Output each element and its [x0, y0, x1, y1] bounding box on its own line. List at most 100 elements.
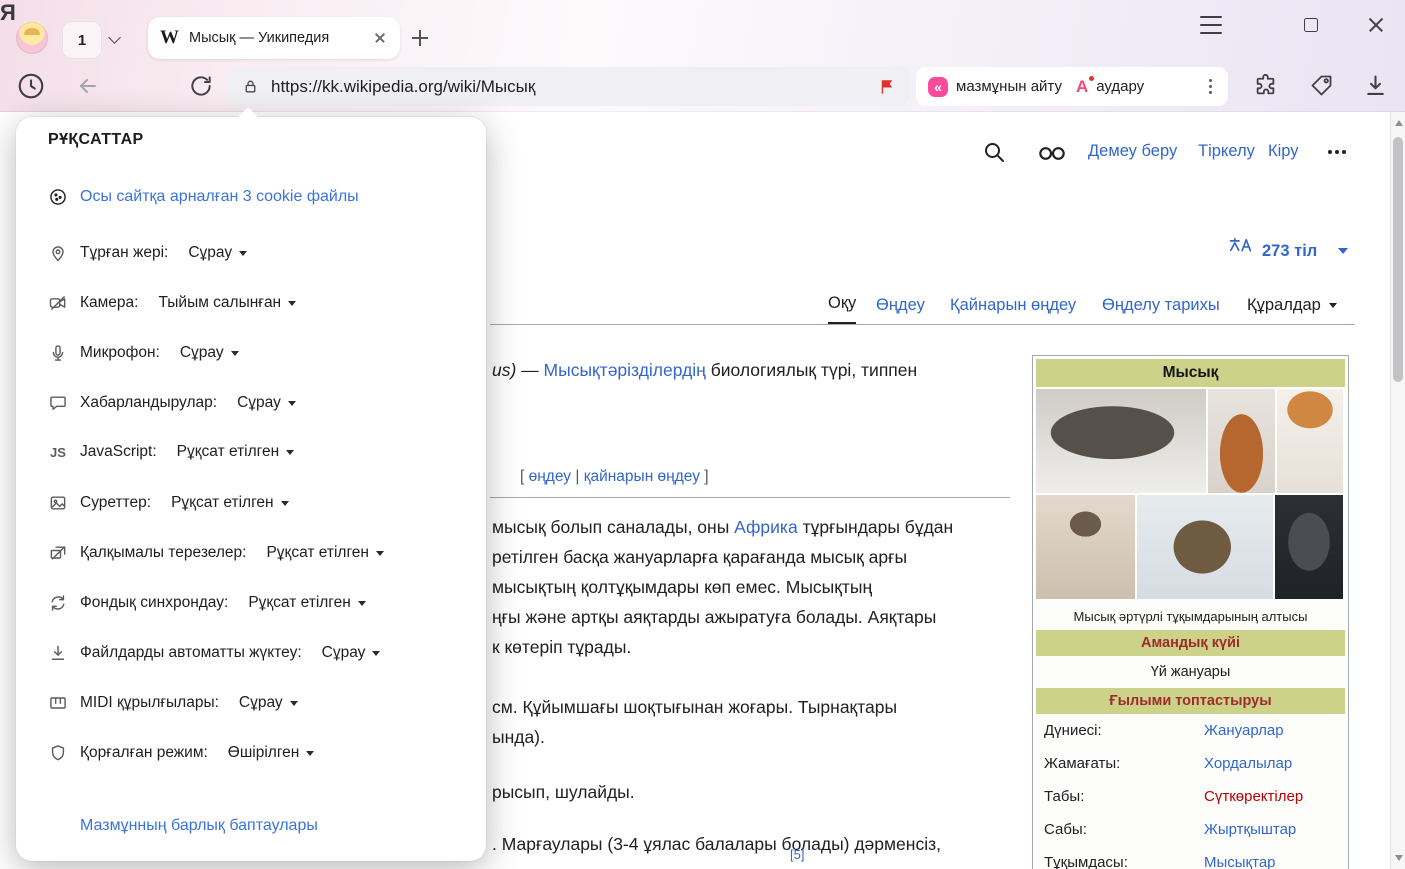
window-close-button[interactable]: [1366, 15, 1386, 35]
search-icon[interactable]: [982, 140, 1006, 164]
permission-row-protected-mode: Қорғалған режим: Өшірілген: [48, 743, 314, 763]
cat-photo-1[interactable]: [1036, 389, 1206, 493]
chevron-down-icon: [290, 701, 298, 706]
url-text: https://kk.wikipedia.org/wiki/Мысық: [271, 77, 878, 97]
permission-row-background-sync: Фондық синхрондау: Рұқсат етілген: [48, 593, 366, 613]
javascript-icon: JS: [48, 445, 68, 460]
downloads-icon[interactable]: [1362, 72, 1389, 99]
translate-label: аудару: [1096, 78, 1144, 95]
refresh-icon[interactable]: [188, 73, 214, 99]
permission-dropdown[interactable]: Сұрау: [188, 244, 247, 262]
felidae-link[interactable]: Мысықтәрізділердің: [544, 360, 706, 380]
taxonomy-value-link[interactable]: Мысықтар: [1204, 854, 1276, 869]
taxonomy-value-redlink[interactable]: Сүткөректілер: [1204, 788, 1303, 805]
page-scrollbar[interactable]: [1390, 112, 1405, 869]
africa-link[interactable]: Африка: [734, 517, 798, 537]
taxonomy-value-link[interactable]: Жануарлар: [1204, 722, 1284, 739]
permission-dropdown[interactable]: Сұрау: [180, 344, 239, 362]
back-arrow-icon[interactable]: [76, 74, 100, 98]
cookies-link[interactable]: Осы сайтқа арналған 3 cookie файлы: [80, 188, 359, 206]
tab-tools[interactable]: Құралдар: [1247, 296, 1337, 315]
camera-icon: [48, 293, 68, 313]
edit-link[interactable]: өңдеу: [529, 468, 571, 485]
toolbar-more-icon[interactable]: [1205, 75, 1216, 99]
article-line: ында).: [492, 727, 545, 749]
donate-link[interactable]: Демеу беру: [1088, 142, 1177, 161]
taxobox: Мысық Мысық әртүрлі тұқымдарының алтысы …: [1032, 355, 1349, 869]
tabs-chevron-down-icon[interactable]: [108, 31, 121, 44]
window-menu-icon[interactable]: [1200, 16, 1222, 34]
article-tabbar-divider: [490, 324, 1355, 325]
cat-photo-3[interactable]: [1277, 389, 1343, 493]
chevron-down-icon: [376, 551, 384, 556]
cat-photo-5[interactable]: [1137, 495, 1273, 599]
scrollbar-down-icon[interactable]: [1395, 855, 1403, 861]
location-icon: [48, 243, 68, 263]
login-link[interactable]: Кіру: [1268, 142, 1299, 161]
infobox-caption: Мысық әртүрлі тұқымдарының алтысы: [1036, 601, 1345, 630]
extensions-puzzle-icon[interactable]: [1252, 72, 1279, 99]
section-edit-links: [ өңдеу | қайнарын өңдеу ]: [520, 468, 709, 486]
cat-photo-6[interactable]: [1275, 495, 1343, 599]
taxonomy-row: Дүниесі: Жануарлар: [1036, 714, 1345, 747]
tab-counter-button[interactable]: 1: [62, 21, 102, 59]
languages-count[interactable]: 273 тіл: [1262, 242, 1317, 261]
tab-history[interactable]: Өңделу тарихы: [1102, 296, 1220, 315]
images-icon: [48, 493, 68, 513]
infobox-taxonomy-header: Ғылыми топтастыруы: [1036, 688, 1345, 714]
permission-dropdown[interactable]: Сұрау: [322, 644, 381, 662]
permission-dropdown[interactable]: Өшірілген: [228, 744, 315, 762]
read-aloud-button[interactable]: « мазмұнын айту: [928, 77, 1062, 97]
edit-source-link[interactable]: қайнарын өңдеу: [584, 468, 700, 485]
read-aloud-label: мазмұнын айту: [956, 78, 1062, 95]
permission-row-notifications: Хабарландырулар: Сұрау: [48, 393, 296, 413]
permission-dropdown[interactable]: Сұрау: [237, 394, 296, 412]
languages-icon[interactable]: [1228, 236, 1253, 253]
permissions-title: РҰҚСАТТАР: [48, 131, 144, 149]
infobox-title: Мысық: [1036, 359, 1345, 387]
reference-link[interactable]: [5]: [790, 847, 804, 862]
history-clock-icon[interactable]: [16, 71, 46, 101]
scrollbar-up-icon[interactable]: [1395, 120, 1403, 126]
address-bar[interactable]: https://kk.wikipedia.org/wiki/Мысық: [228, 67, 910, 106]
cookies-row: Осы сайтқа арналған 3 cookie файлы: [48, 187, 359, 207]
lock-icon[interactable]: [242, 78, 259, 95]
window-maximize-button[interactable]: [1304, 18, 1318, 32]
auto-download-icon: [48, 643, 68, 663]
permission-row-popups: Қалқымалы терезелер: Рұқсат етілген: [48, 543, 384, 563]
tab-edit-source[interactable]: Қайнарын өңдеу: [950, 296, 1076, 315]
chevron-down-icon: [372, 651, 380, 656]
languages-chevron-down-icon[interactable]: [1338, 248, 1348, 254]
all-content-settings-link[interactable]: Мазмұнның барлық баптаулары: [80, 817, 318, 835]
taxonomy-value-link[interactable]: Жыртқыштар: [1204, 821, 1296, 838]
permission-dropdown[interactable]: Рұқсат етілген: [266, 544, 384, 562]
permission-dropdown[interactable]: Тыйым салынған: [158, 294, 296, 312]
bookmark-flag-icon[interactable]: [878, 78, 896, 96]
permission-dropdown[interactable]: Рұқсат етілген: [248, 594, 366, 612]
wikipedia-favicon-icon: W: [160, 27, 179, 49]
permission-row-midi: MIDI құрылғылары: Сұрау: [48, 693, 298, 713]
translate-button[interactable]: A аудару: [1062, 78, 1144, 95]
collections-tag-icon[interactable]: [1308, 72, 1335, 99]
tab-edit[interactable]: Өңдеу: [876, 296, 925, 315]
taxonomy-value-link[interactable]: Хордалылар: [1204, 755, 1292, 772]
personal-tools-more-icon[interactable]: [1328, 150, 1346, 154]
tab-read[interactable]: Оқу: [828, 294, 856, 324]
appearance-icon[interactable]: [1038, 146, 1066, 161]
infobox-photo-grid: [1036, 389, 1345, 599]
register-link[interactable]: Тіркелу: [1198, 142, 1255, 161]
permission-dropdown[interactable]: Рұқсат етілген: [177, 443, 295, 461]
browser-tab[interactable]: W Мысық — Уикипедия: [148, 17, 400, 59]
section-heading-rule: [490, 497, 1010, 498]
site-permissions-panel: РҰҚСАТТАР Осы сайтқа арналған 3 cookie ф…: [16, 117, 486, 861]
profile-avatar[interactable]: [16, 22, 48, 54]
chevron-down-icon: [288, 301, 296, 306]
permission-dropdown[interactable]: Рұқсат етілген: [171, 494, 289, 512]
tab-close-icon[interactable]: [372, 30, 388, 46]
scrollbar-thumb[interactable]: [1393, 137, 1403, 382]
permission-dropdown[interactable]: Сұрау: [239, 694, 298, 712]
new-tab-button[interactable]: [408, 26, 432, 50]
read-aloud-icon: «: [928, 77, 948, 97]
cat-photo-2[interactable]: [1208, 389, 1275, 493]
cat-photo-4[interactable]: [1036, 495, 1135, 599]
